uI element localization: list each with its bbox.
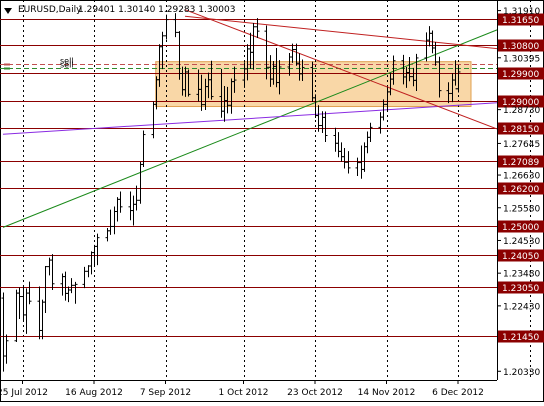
x-tick-label: 6 Dec 2012 [432,388,484,398]
price-level-label: 1.28150 [502,125,539,135]
chart-window[interactable]: sell sell 1.31650 1.30800 1.29900 1.29000 1.2… [0,0,544,402]
y-tick-label: 1.26630 [503,172,540,182]
y-tick-label: 1.23480 [503,270,540,280]
price-level-label: 1.21450 [502,333,539,343]
y-tick-label: 1.30395 [503,54,540,64]
price-level-label: 1.29900 [502,70,539,80]
y-tick-label: 1.31910 [503,7,540,17]
price-level-label: 1.23050 [502,284,539,294]
y-tick-label: 1.20330 [503,368,540,378]
price-chart[interactable]: sellsell 1.316501.308001.299001.290001.2… [0,0,544,402]
y-tick-label: 1.28730 [503,106,540,116]
price-level-label: 1.25000 [502,223,539,233]
y-tick-label: 1.24530 [503,237,540,247]
x-tick-label: 23 Oct 2012 [287,388,343,398]
chart-symbol-label: EURUSD,Daily [18,5,82,15]
chart-ohlc-label: 1.29401 1.30140 1.29283 1.30003 [78,5,235,15]
x-tick-label: 14 Nov 2012 [358,388,416,398]
price-level-label: 1.31650 [502,16,539,26]
order-label: sell [60,61,74,70]
price-level-label: 1.27089 [502,158,539,168]
y-tick-label: 1.27645 [503,140,540,150]
price-level-label: 1.24050 [502,252,539,262]
x-tick-label: 1 Oct 2012 [219,388,269,398]
y-tick-label: 1.22430 [503,302,540,312]
price-level-label: 1.30800 [502,42,539,52]
x-tick-label: 16 Aug 2012 [65,388,123,398]
x-tick-label: 25 Jul 2012 [0,388,48,398]
x-tick-label: 7 Sep 2012 [140,388,191,398]
price-level-label: 1.26200 [502,185,539,195]
y-tick-label: 1.25580 [503,204,540,214]
